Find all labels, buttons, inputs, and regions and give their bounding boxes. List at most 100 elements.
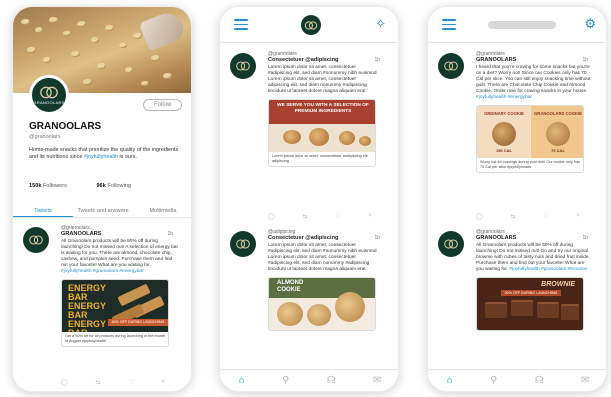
bell-icon[interactable]: ☊: [327, 375, 336, 386]
hamburger-icon[interactable]: [234, 19, 248, 33]
card-caption: Get a 50% off for all products during la…: [65, 334, 165, 343]
bell-icon[interactable]: ☊: [535, 375, 544, 386]
tweet-time: 1h: [374, 57, 380, 63]
search-icon[interactable]: ⚲: [490, 375, 497, 386]
card-title: ALMOND COOKIE: [277, 280, 304, 293]
brand-logo-icon: [29, 235, 43, 245]
share-icon[interactable]: <: [161, 379, 165, 386]
tweet-author[interactable]: GRANOOLARS: [476, 57, 600, 63]
tweet-time: 1h: [167, 231, 173, 237]
heart-icon[interactable]: ♡: [335, 213, 340, 220]
tweet-avatar[interactable]: [230, 231, 256, 257]
ordinary-cookie-cal: 150 CAL: [495, 148, 512, 153]
premium-ingredients-image: WE SERVE YOU WITH A SELECTION OF PREMIUM…: [269, 100, 375, 152]
follow-button[interactable]: Follow: [143, 99, 183, 111]
followers-count: 150k: [29, 183, 42, 189]
tweet-text: Lorem ipsum dolor sit amet, consectetuer…: [268, 243, 377, 272]
cookie-comparison-image: ORDINARY COOKIE GRANOOLARS COOKIE 150 CA…: [477, 106, 583, 158]
comment-icon[interactable]: ◯: [268, 213, 275, 220]
logo-text: GRANOOLARS: [33, 99, 65, 105]
tab-multimedia[interactable]: Multimedia: [133, 205, 191, 217]
brand-logo-icon: [444, 61, 458, 71]
search-bar[interactable]: [488, 21, 556, 29]
retweet-icon[interactable]: ⇆: [303, 213, 308, 220]
tweet-avatar[interactable]: [23, 227, 49, 253]
tweet-media-card[interactable]: ENERGY BAR ENERGY BAR ENERGY BAR 50% OFF…: [61, 279, 169, 348]
logo-rings: [304, 20, 318, 30]
brand-logo-icon: [40, 86, 58, 98]
tweet-media-card[interactable]: BROWNIE 50% OFF DURING LAUNCHING: [476, 277, 584, 331]
comment-icon[interactable]: ◯: [61, 379, 68, 386]
energy-bar-image: ENERGY BAR ENERGY BAR ENERGY BAR 50% OFF…: [62, 280, 168, 332]
wooden-scoop: [138, 8, 188, 52]
tweet-text: Lorem ipsum dolor sit amet, consectetuer…: [268, 65, 377, 94]
card-caption: Lorem ipsum dolor sit amet, consectetuer…: [272, 154, 368, 163]
tweet-author[interactable]: Consectetuer @adipiscing: [268, 235, 392, 241]
share-icon[interactable]: <: [576, 213, 580, 220]
discount-strip: 50% OFF DURING LAUNCHING: [108, 319, 168, 326]
sparkle-icon[interactable]: ✧: [375, 17, 386, 31]
heart-icon[interactable]: ♡: [543, 213, 548, 220]
tweet-media-card[interactable]: ALMOND COOKIE: [268, 277, 376, 331]
card-title: BROWNIE: [541, 281, 575, 288]
profile-handle: @granoolars: [29, 134, 61, 140]
comment-icon[interactable]: ◯: [476, 213, 483, 220]
bio-hashtag[interactable]: #joyfullyhealth: [84, 154, 118, 160]
tweet-avatar[interactable]: [438, 231, 464, 257]
tweet-body: I heard that you're craving for some sna…: [476, 65, 591, 94]
tweet-body: All Granoolars products will be 50% off …: [61, 239, 179, 268]
following-stat[interactable]: 96k Following: [97, 183, 146, 189]
tweet-media-card[interactable]: WE SERVE YOU WITH A SELECTION OF PREMIUM…: [268, 99, 376, 168]
home-icon[interactable]: ⌂: [239, 375, 245, 386]
search-icon[interactable]: ⚲: [282, 375, 289, 386]
tweet-time: 1h: [582, 235, 588, 241]
phone-search-screen: ⚙ @granoolars GRANOOLARS I heard that yo…: [427, 6, 607, 392]
tweet-text: All Granoolars products will be 50% off …: [476, 243, 592, 273]
card-caption: Worry not for cravings during your diet!…: [480, 160, 580, 169]
card-title: WE SERVE YOU WITH A SELECTION OF PREMIUM…: [277, 103, 369, 114]
tweet-hashtags[interactable]: #joyfullyhealth #granoolars #brownie: [509, 267, 587, 272]
tweet-time: 1h: [582, 57, 588, 63]
tweet-avatar[interactable]: [230, 53, 256, 79]
following-count: 96k: [96, 183, 106, 189]
home-icon[interactable]: ⌂: [447, 375, 453, 386]
followers-label: Followers: [43, 183, 67, 189]
top-bar: ⚙: [428, 7, 606, 43]
profile-bio: Home-made snacks that prioritize the qua…: [29, 147, 179, 161]
phone-profile-screen: GRANOOLARS Follow GRANOOLARS @granoolars…: [12, 6, 192, 392]
heart-icon[interactable]: ♡: [128, 379, 133, 386]
profile-name: GRANOOLARS: [29, 121, 102, 132]
share-icon[interactable]: <: [368, 213, 372, 220]
tweet-hashtags[interactable]: #joyfullyhealth #granoolars #energybar: [61, 269, 144, 274]
profile-avatar[interactable]: GRANOOLARS: [29, 75, 69, 115]
tab-tweets-and-answers[interactable]: Tweets and answers: [73, 205, 133, 217]
tweet-actions: ◯ ⇆ ♡ <: [61, 379, 165, 386]
brand-logo-icon: [444, 239, 458, 249]
phone-feed-screen: ✧ @granoolars Consectetuer @adipiscing L…: [219, 6, 399, 392]
tweet-author[interactable]: GRANOOLARS: [61, 231, 185, 237]
retweet-icon[interactable]: ⇆: [511, 213, 516, 220]
bottom-nav: ⌂ ⚲ ☊ ✉: [220, 369, 398, 391]
tweet-time: 1h: [374, 235, 380, 241]
tweet-author[interactable]: GRANOOLARS: [476, 235, 600, 241]
brownie-image: BROWNIE 50% OFF DURING LAUNCHING: [477, 278, 583, 330]
ordinary-cookie-label: ORDINARY COOKIE: [484, 111, 524, 116]
mail-icon[interactable]: ✉: [373, 375, 381, 386]
retweet-icon[interactable]: ⇆: [96, 379, 101, 386]
tweet-avatar[interactable]: [438, 53, 464, 79]
tab-tweets[interactable]: Tweets: [13, 205, 73, 217]
granoolars-cookie-cal: 70 CAL: [551, 148, 565, 153]
following-label: Following: [107, 183, 132, 189]
hamburger-icon[interactable]: [442, 19, 456, 33]
profile-tabs: Tweets Tweets and answers Multimedia: [13, 205, 191, 218]
bottom-nav: ⌂ ⚲ ☊ ✉: [428, 369, 606, 391]
almond-cookie-image: ALMOND COOKIE: [269, 278, 375, 330]
tweet-author[interactable]: Consectetuer @adipiscing: [268, 57, 392, 63]
tweet-hashtags[interactable]: #joyfullyhealth #energybar: [476, 95, 532, 100]
followers-stat[interactable]: 150k Followers: [29, 183, 81, 189]
top-bar: ✧: [220, 7, 398, 43]
brand-logo-icon[interactable]: [301, 15, 321, 35]
mail-icon[interactable]: ✉: [581, 375, 589, 386]
gear-icon[interactable]: ⚙: [584, 17, 596, 31]
tweet-media-card[interactable]: ORDINARY COOKIE GRANOOLARS COOKIE 150 CA…: [476, 105, 584, 174]
